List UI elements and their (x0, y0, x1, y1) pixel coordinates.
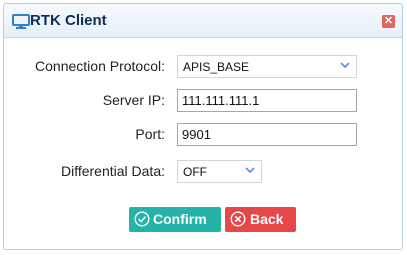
rtk-client-dialog: RTK Client ✕ Connection Protocol: APIS_B… (3, 3, 403, 250)
server-ip-value: 111.111.111.1 (182, 93, 260, 108)
x-circle-icon (230, 211, 246, 227)
differential-data-label: Differential Data: (60, 163, 165, 179)
close-icon: ✕ (383, 15, 394, 27)
server-ip-label: Server IP: (102, 92, 165, 108)
confirm-label: Confirm (153, 211, 207, 227)
protocol-select[interactable]: APIS_BASE (177, 55, 357, 78)
dialog-title: RTK Client (30, 12, 107, 29)
check-circle-icon (134, 211, 150, 227)
back-label: Back (250, 211, 284, 227)
port-value: 9901 (182, 127, 211, 142)
close-button[interactable]: ✕ (382, 15, 395, 28)
protocol-label: Connection Protocol: (35, 58, 165, 74)
port-label: Port: (135, 126, 165, 142)
port-input[interactable]: 9901 (177, 123, 357, 146)
monitor-icon (12, 14, 30, 29)
protocol-value: APIS_BASE (183, 60, 250, 74)
differential-data-select[interactable]: OFF (177, 160, 262, 183)
confirm-button[interactable]: Confirm (129, 207, 221, 232)
chevron-down-icon (340, 62, 350, 69)
differential-data-value: OFF (183, 165, 207, 179)
chevron-down-icon (245, 167, 255, 174)
dialog-titlebar: RTK Client ✕ (4, 4, 402, 38)
back-button[interactable]: Back (225, 207, 296, 232)
server-ip-input[interactable]: 111.111.111.1 (177, 89, 357, 112)
